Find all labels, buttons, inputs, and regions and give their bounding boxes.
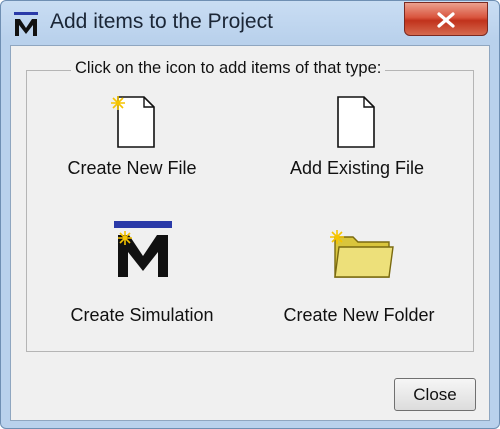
create-new-folder-option[interactable]: Create New Folder [259, 221, 459, 331]
add-existing-file-label: Add Existing File [289, 158, 425, 178]
new-file-icon [111, 96, 155, 148]
close-icon [437, 12, 455, 28]
create-new-file-option[interactable]: Create New File [32, 93, 232, 193]
create-new-file-label: Create New File [67, 158, 197, 178]
add-existing-file-option[interactable]: Add Existing File [257, 93, 457, 193]
group-prompt: Click on the icon to add items of that t… [71, 59, 386, 78]
window-close-button[interactable] [404, 2, 488, 36]
app-logo-icon [14, 12, 38, 36]
title-bar[interactable]: Add items to the Project [1, 1, 499, 45]
create-simulation-label: Create Simulation [70, 305, 214, 325]
create-new-folder-label: Create New Folder [283, 305, 435, 325]
create-simulation-option[interactable]: Create Simulation [42, 221, 242, 331]
dialog-window: Add items to the Project Click on the ic… [0, 0, 500, 429]
dialog-body: Click on the icon to add items of that t… [10, 45, 490, 421]
window-title: Add items to the Project [50, 10, 273, 33]
simulation-icon [114, 221, 172, 277]
close-button[interactable]: Close [394, 378, 476, 411]
item-type-group: Click on the icon to add items of that t… [26, 59, 474, 352]
new-folder-icon [330, 230, 394, 278]
existing-file-icon [337, 96, 375, 148]
